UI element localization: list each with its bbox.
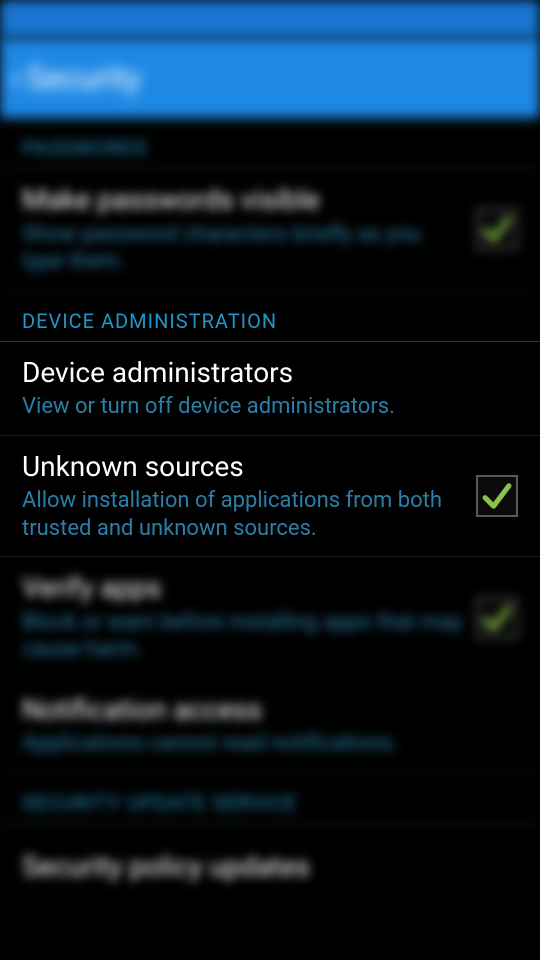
- app-header[interactable]: ‹ Security: [0, 38, 540, 118]
- status-bar: [0, 0, 540, 38]
- section-device-administration: DEVICE ADMINISTRATION: [0, 291, 540, 342]
- row-title: Device administrators: [22, 356, 506, 390]
- settings-list: PASSWORDS Make passwords visible Show pa…: [0, 118, 540, 914]
- row-title: Make passwords visible: [22, 183, 464, 217]
- header-title: Security: [26, 59, 141, 97]
- row-verify-apps[interactable]: Verify apps Block or warn before install…: [0, 557, 540, 679]
- row-subtitle: Block or warn before installing apps tha…: [22, 609, 464, 664]
- checkbox-make-passwords-visible[interactable]: [476, 208, 518, 250]
- row-device-administrators[interactable]: Device administrators View or turn off d…: [0, 342, 540, 436]
- row-title: Unknown sources: [22, 450, 464, 484]
- row-unknown-sources[interactable]: Unknown sources Allow installation of ap…: [0, 436, 540, 558]
- row-title: Security policy updates: [22, 850, 506, 884]
- row-make-passwords-visible[interactable]: Make passwords visible Show password cha…: [0, 169, 540, 291]
- check-icon: [480, 479, 514, 513]
- check-icon: [480, 212, 514, 246]
- checkbox-unknown-sources[interactable]: [476, 475, 518, 517]
- row-security-policy-updates[interactable]: Security policy updates: [0, 824, 540, 914]
- back-icon[interactable]: ‹: [10, 58, 20, 98]
- section-passwords: PASSWORDS: [0, 118, 540, 169]
- row-notification-access[interactable]: Notification access Applications cannot …: [0, 679, 540, 773]
- section-security-update: SECURITY UPDATE SERVICE: [0, 773, 540, 824]
- row-title: Notification access: [22, 693, 506, 727]
- row-subtitle: View or turn off device administrators.: [22, 393, 506, 421]
- checkbox-verify-apps[interactable]: [476, 597, 518, 639]
- row-subtitle: Applications cannot read notifications.: [22, 730, 506, 758]
- check-icon: [480, 601, 514, 635]
- row-subtitle: Show password characters briefly as you …: [22, 221, 464, 276]
- row-title: Verify apps: [22, 571, 464, 605]
- row-subtitle: Allow installation of applications from …: [22, 487, 464, 542]
